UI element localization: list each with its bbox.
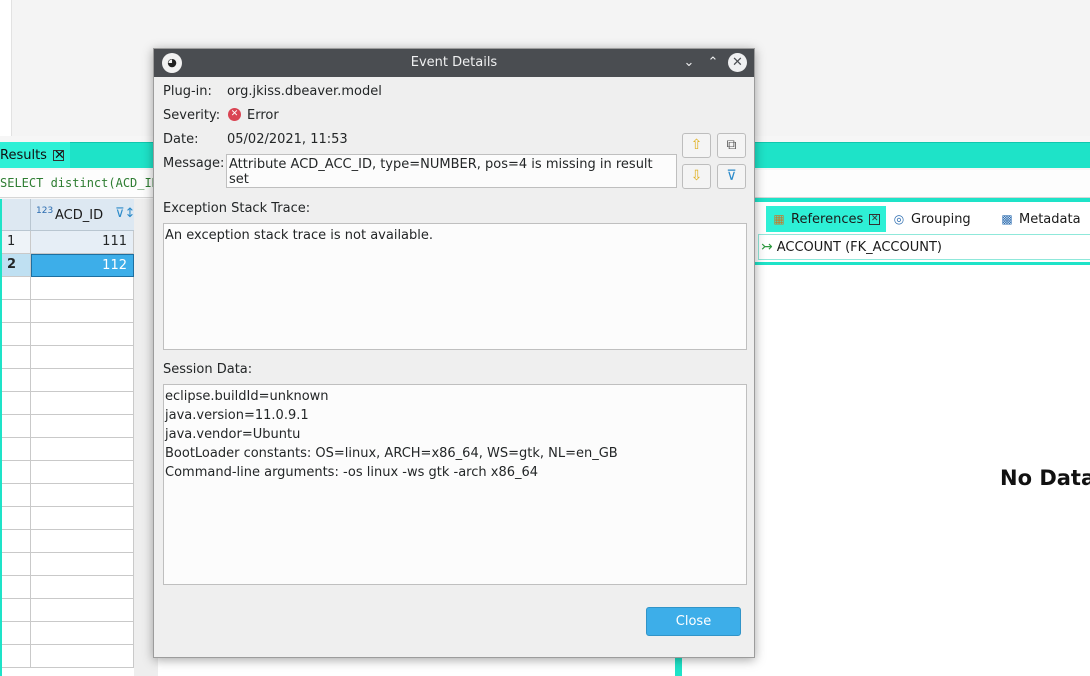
table-cell[interactable] (31, 300, 134, 323)
event-details-dialog: ◕ Event Details ⌄ ⌃ ✕ Plug-in: org.jkiss… (153, 48, 755, 658)
table-cell[interactable] (31, 530, 134, 553)
row-number-cell[interactable]: 1 (2, 231, 31, 254)
reference-item-label: ACCOUNT (FK_ACCOUNT) (776, 239, 942, 255)
table-icon: ▦ (773, 212, 785, 226)
filter-sort-icon[interactable]: ⊽↕ (115, 206, 135, 221)
splitter[interactable] (675, 655, 682, 676)
error-icon: ✕ (228, 108, 241, 121)
row-number-cell[interactable] (2, 323, 31, 346)
table-cell[interactable] (31, 645, 134, 668)
date-label: Date: (163, 132, 199, 147)
metadata-icon: ▩ (1001, 212, 1013, 226)
filter-button[interactable]: ⊽ (717, 164, 746, 189)
minimize-icon[interactable]: ⌄ (679, 53, 699, 73)
row-number-cell[interactable] (2, 346, 31, 369)
tab-references[interactable]: ▦ References ✕ (766, 206, 887, 232)
maximize-icon[interactable]: ⌃ (703, 53, 723, 73)
tab-metadata[interactable]: ▩ Metadata (1000, 206, 1081, 232)
plugin-value: org.jkiss.dbeaver.model (227, 84, 382, 99)
table-cell[interactable] (31, 622, 134, 645)
session-data-label: Session Data: (163, 362, 253, 377)
session-line: Command-line arguments: -os linux -ws gt… (165, 465, 539, 480)
table-cell[interactable] (31, 553, 134, 576)
message-field[interactable]: Attribute ACD_ACC_ID, type=NUMBER, pos=4… (226, 154, 677, 188)
session-line: eclipse.buildId=unknown (165, 389, 329, 404)
next-event-button[interactable]: ⇩ (682, 164, 711, 189)
dialog-titlebar[interactable]: ◕ Event Details ⌄ ⌃ ✕ (154, 49, 754, 77)
row-number-cell[interactable] (2, 599, 31, 622)
close-icon[interactable]: ✕ (52, 149, 65, 162)
table-cell[interactable] (31, 277, 134, 300)
table-cell[interactable] (31, 346, 134, 369)
reference-item[interactable]: ↣ ACCOUNT (FK_ACCOUNT) (758, 234, 1090, 260)
row-number-cell[interactable] (2, 277, 31, 300)
message-label: Message: (163, 156, 225, 171)
table-cell[interactable] (31, 415, 134, 438)
arrow-up-icon: ⇧ (690, 137, 703, 153)
panel-tab-bar: ▦ References ✕ ◎ Grouping ▩ Metadata (754, 198, 1090, 232)
tab-grouping-label: Grouping (911, 211, 971, 227)
row-number-cell[interactable] (2, 553, 31, 576)
row-number-cell[interactable] (2, 530, 31, 553)
session-line: BootLoader constants: OS=linux, ARCH=x86… (165, 446, 618, 461)
row-number-cell[interactable] (2, 645, 31, 668)
close-window-icon[interactable]: ✕ (728, 53, 747, 72)
column-header-acd-id[interactable]: 123 ACD_ID ⊽↕ (31, 199, 135, 231)
table-cell[interactable] (31, 484, 134, 507)
dialog-title: Event Details (410, 55, 498, 70)
table-cell[interactable] (31, 323, 134, 346)
table-cell[interactable] (31, 369, 134, 392)
tab-metadata-label: Metadata (1019, 211, 1081, 227)
close-button[interactable]: Close (646, 607, 741, 636)
column-name: ACD_ID (55, 208, 104, 223)
stack-trace-label: Exception Stack Trace: (163, 201, 311, 216)
row-number-cell[interactable] (2, 415, 31, 438)
panel-divider (754, 262, 1090, 265)
severity-label: Severity: (163, 108, 221, 123)
table-cell[interactable]: 112 (31, 254, 134, 277)
session-data-text[interactable]: eclipse.buildId=unknown java.version=11.… (163, 384, 747, 585)
row-number-cell[interactable] (2, 369, 31, 392)
table-cell[interactable] (31, 507, 134, 530)
grouping-icon: ◎ (893, 212, 905, 226)
copy-button[interactable]: ⧉ (717, 133, 746, 158)
session-line: java.version=11.0.9.1 (165, 408, 309, 423)
filter-icon: ⊽ (726, 168, 737, 184)
row-number-cell[interactable] (2, 622, 31, 645)
row-number-cell[interactable] (2, 484, 31, 507)
table-cell[interactable] (31, 438, 134, 461)
row-number-cell[interactable] (2, 507, 31, 530)
arrow-down-icon: ⇩ (690, 168, 703, 184)
no-data-message: No Data (1000, 466, 1090, 490)
table-cell[interactable]: 111 (31, 231, 134, 254)
row-number-cell[interactable] (2, 392, 31, 415)
previous-event-button[interactable]: ⇧ (682, 133, 711, 158)
foreign-key-icon: ↣ (761, 239, 773, 255)
row-number-cell[interactable] (2, 438, 31, 461)
row-number-cell[interactable] (2, 300, 31, 323)
table-cell[interactable] (31, 461, 134, 484)
column-type-badge: 123 (36, 206, 54, 216)
table-cell[interactable] (31, 576, 134, 599)
close-icon[interactable]: ✕ (869, 213, 881, 225)
editor-gutter (0, 0, 12, 136)
date-value: 05/02/2021, 11:53 (227, 132, 348, 147)
copy-icon: ⧉ (726, 137, 737, 153)
results-tab[interactable]: Results ✕ (0, 142, 70, 168)
row-number-cell[interactable]: 2 (2, 254, 31, 277)
session-line: java.vendor=Ubuntu (165, 427, 301, 442)
stack-trace-line: An exception stack trace is not availabl… (165, 228, 434, 243)
table-cell[interactable] (31, 392, 134, 415)
row-number-header (2, 199, 31, 231)
results-tab-label: Results (0, 147, 47, 163)
table-cell[interactable] (31, 599, 134, 622)
severity-value: Error (247, 108, 279, 123)
stack-trace-text[interactable]: An exception stack trace is not availabl… (163, 223, 747, 350)
row-number-cell[interactable] (2, 576, 31, 599)
tab-grouping[interactable]: ◎ Grouping (892, 206, 971, 232)
plugin-label: Plug-in: (163, 84, 212, 99)
tab-references-label: References (791, 211, 864, 227)
row-number-cell[interactable] (2, 461, 31, 484)
